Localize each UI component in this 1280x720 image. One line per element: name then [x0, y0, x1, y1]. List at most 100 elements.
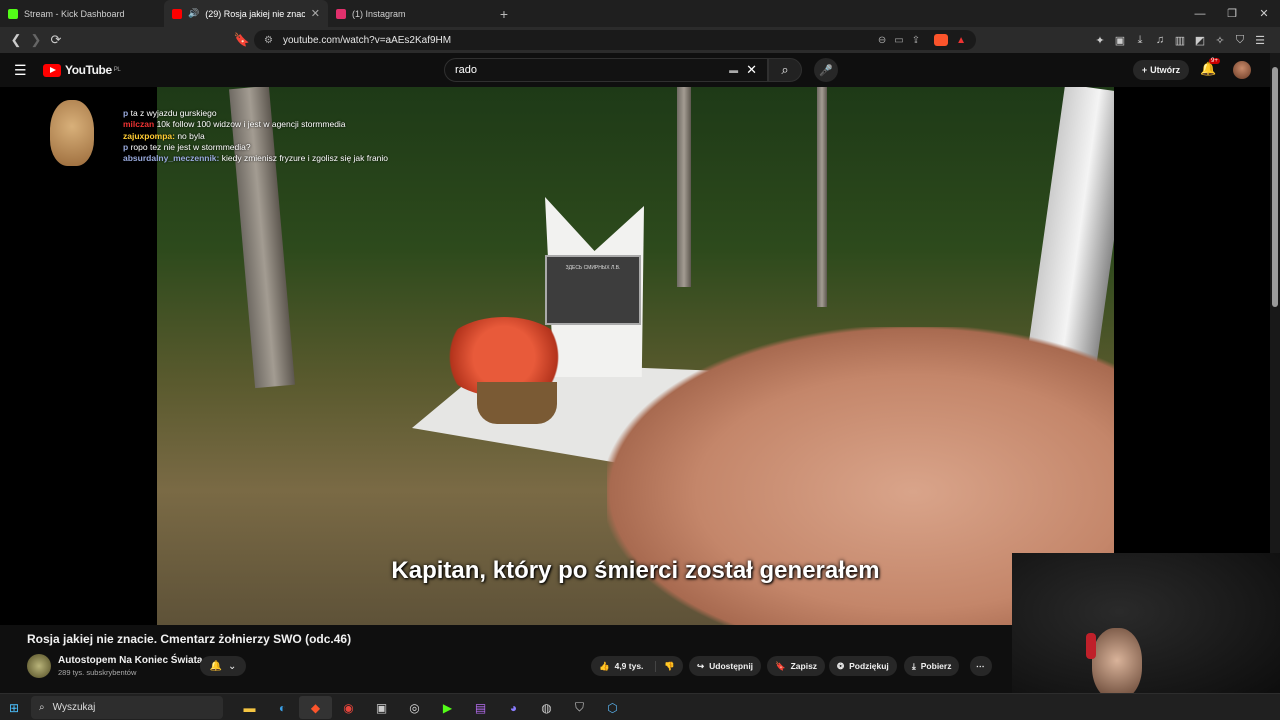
- download-icon: ⤓: [912, 660, 916, 671]
- chat-text: kiedy zmienisz fryzure i zgolisz się jak…: [221, 153, 389, 164]
- channel-name[interactable]: Autostopem Na Koniec Świata: [58, 655, 202, 666]
- reload-icon[interactable]: ⟳: [46, 32, 66, 48]
- chrome-icon[interactable]: ◉: [332, 696, 365, 719]
- brave-rewards-icon[interactable]: ▲: [956, 35, 966, 46]
- new-tab-button[interactable]: +: [492, 6, 516, 22]
- url-actions-icon[interactable]: ⊖▭⇪: [878, 35, 928, 46]
- search-input[interactable]: rado: [455, 64, 477, 76]
- chat-user: p: [123, 141, 129, 152]
- youtube-play-icon: [43, 63, 61, 77]
- brave-icon[interactable]: ◆: [299, 696, 332, 719]
- youtube-icon: [172, 8, 182, 19]
- close-tab-icon[interactable]: ✕: [311, 7, 320, 20]
- app-icon[interactable]: ◍: [530, 696, 563, 719]
- leo-icon[interactable]: ◩: [1190, 34, 1210, 47]
- brave-shield-icon[interactable]: [934, 34, 949, 46]
- windows-start-icon[interactable]: ⊞: [9, 701, 19, 715]
- like-count[interactable]: 4,9 tys.: [615, 661, 644, 671]
- chat-text: ropo tez nie jest w stormmedia?: [130, 141, 251, 152]
- search-button[interactable]: ⌕: [768, 58, 802, 82]
- forward-icon[interactable]: ❯: [26, 32, 46, 48]
- download-button[interactable]: ⤓ Pobierz: [904, 656, 960, 676]
- logo-text: YouTube: [65, 63, 112, 77]
- keyboard-icon[interactable]: ▬: [729, 65, 738, 75]
- mic-icon: 🎤: [819, 64, 833, 77]
- search-icon: ⌕: [781, 62, 789, 77]
- thanks-button[interactable]: ❂ Podziękuj: [829, 656, 897, 676]
- chat-user: absurdalny_meczennik:: [123, 153, 220, 164]
- ai-icon[interactable]: ✧: [1210, 34, 1230, 47]
- account-avatar[interactable]: [1233, 61, 1251, 79]
- monument-plaque: ЗДЕСЬ СМИРНЫХ Л.В.: [545, 255, 641, 325]
- chat-message: absurdalny_meczennik: kiedy zmienisz fry…: [123, 153, 393, 164]
- back-icon[interactable]: ❮: [6, 32, 26, 48]
- minimize-icon[interactable]: —: [1184, 0, 1216, 27]
- mascot-image: [50, 100, 94, 166]
- close-window-icon[interactable]: ✕: [1248, 0, 1280, 27]
- browser-toolbar-icons: ✦ ▣ ⤓ ♫ ▥ ◩ ✧ ⛉ ☰: [1090, 34, 1270, 47]
- search-box[interactable]: rado ▬ ✕: [444, 58, 768, 82]
- plaque-text: ЗДЕСЬ СМИРНЫХ Л.В.: [565, 265, 621, 271]
- speaker-icon[interactable]: 🔊: [188, 8, 199, 19]
- voice-search-button[interactable]: 🎤: [814, 58, 838, 82]
- extensions-icon[interactable]: ✦: [1090, 34, 1110, 47]
- download-label: Pobierz: [920, 661, 952, 671]
- save-button[interactable]: 🔖 Zapisz: [767, 656, 826, 676]
- restore-icon[interactable]: ❐: [1216, 0, 1248, 27]
- share-icon: ↪: [697, 660, 705, 671]
- kick-icon: [8, 8, 18, 19]
- twitch-icon[interactable]: ▤: [464, 696, 497, 719]
- taskbar-search-placeholder: Wyszukaj: [52, 702, 96, 713]
- edge-icon[interactable]: ◐: [266, 696, 299, 719]
- discord-icon[interactable]: ◕: [497, 696, 530, 719]
- obs-icon[interactable]: ◎: [398, 696, 431, 719]
- dislike-icon[interactable]: 👎: [655, 660, 675, 672]
- app-icon[interactable]: ▣: [365, 696, 398, 719]
- chat-text: no byla: [177, 130, 205, 141]
- youtube-logo[interactable]: YouTube PL: [43, 63, 121, 77]
- steam-icon[interactable]: ⬡: [596, 696, 629, 719]
- wallet-icon[interactable]: ▣: [1110, 34, 1130, 47]
- subscription-bell-button[interactable]: 🔔 ⌄: [200, 656, 246, 676]
- scrollbar-thumb[interactable]: [1272, 67, 1278, 307]
- notifications-button[interactable]: 🔔 9+: [1200, 58, 1220, 77]
- video-subtitle: Kapitan, który po śmierci został generał…: [391, 557, 880, 584]
- file-explorer-icon[interactable]: ▬: [233, 696, 266, 719]
- sidebar-icon[interactable]: ▥: [1170, 34, 1190, 47]
- vpn-icon[interactable]: ⛉: [1230, 34, 1250, 47]
- share-button[interactable]: ↪ Udostępnij: [689, 656, 762, 676]
- tab-instagram[interactable]: (1) Instagram: [328, 0, 492, 27]
- tab-title: (1) Instagram: [352, 8, 406, 19]
- taskbar-search[interactable]: ⌕ Wyszukaj: [31, 696, 223, 719]
- more-icon: ⋯: [976, 660, 985, 671]
- site-info-icon[interactable]: ⚙: [264, 35, 273, 46]
- kick-icon[interactable]: ▶: [431, 696, 464, 719]
- download-icon[interactable]: ⤓: [1130, 34, 1150, 47]
- media-icon[interactable]: ♫: [1150, 34, 1170, 47]
- bell-icon: 🔔: [209, 660, 223, 672]
- address-bar: ❮ ❯ ⟳ 🔖 ⚙ youtube.com/watch?v=aAEs2Kaf9H…: [0, 27, 1280, 53]
- more-actions-button[interactable]: ⋯: [970, 656, 992, 676]
- tab-kick[interactable]: Stream - Kick Dashboard: [0, 0, 164, 27]
- streamer-face: [1092, 628, 1142, 700]
- clear-search-icon[interactable]: ✕: [746, 62, 757, 78]
- tree-trunk: [817, 87, 827, 307]
- chat-message: p ta z wyjazdu gurskiego: [123, 108, 393, 119]
- menu-icon[interactable]: ☰: [1250, 34, 1270, 47]
- channel-avatar[interactable]: [27, 654, 51, 678]
- video-frame[interactable]: ЗДЕСЬ СМИРНЫХ Л.В. Kapitan, który po śmi…: [157, 87, 1114, 625]
- chat-message: zajuxpompa: no byla: [123, 131, 393, 142]
- bookmark-icon[interactable]: 🔖: [232, 32, 252, 48]
- thanks-icon: ❂: [837, 660, 845, 671]
- video-title: Rosja jakiej nie znacie. Cmentarz żołnie…: [27, 632, 352, 646]
- instagram-icon: [336, 8, 346, 19]
- chat-user: milczan: [123, 119, 155, 130]
- like-icon[interactable]: 👍: [599, 661, 610, 672]
- url-field[interactable]: ⚙ youtube.com/watch?v=aAEs2Kaf9HM ⊖▭⇪ ▲: [254, 30, 976, 50]
- taskbar-apps: ▬ ◐ ◆ ◉ ▣ ◎ ▶ ▤ ◕ ◍ ⛉ ⬡: [233, 696, 629, 719]
- tab-youtube[interactable]: 🔊 (29) Rosja jakiej nie znacie. Cm ✕: [164, 0, 328, 27]
- chat-user: p: [123, 108, 129, 118]
- hamburger-menu-icon[interactable]: ☰: [14, 62, 30, 79]
- create-button[interactable]: + Utwórz: [1133, 60, 1189, 80]
- shield-icon[interactable]: ⛉: [563, 696, 596, 719]
